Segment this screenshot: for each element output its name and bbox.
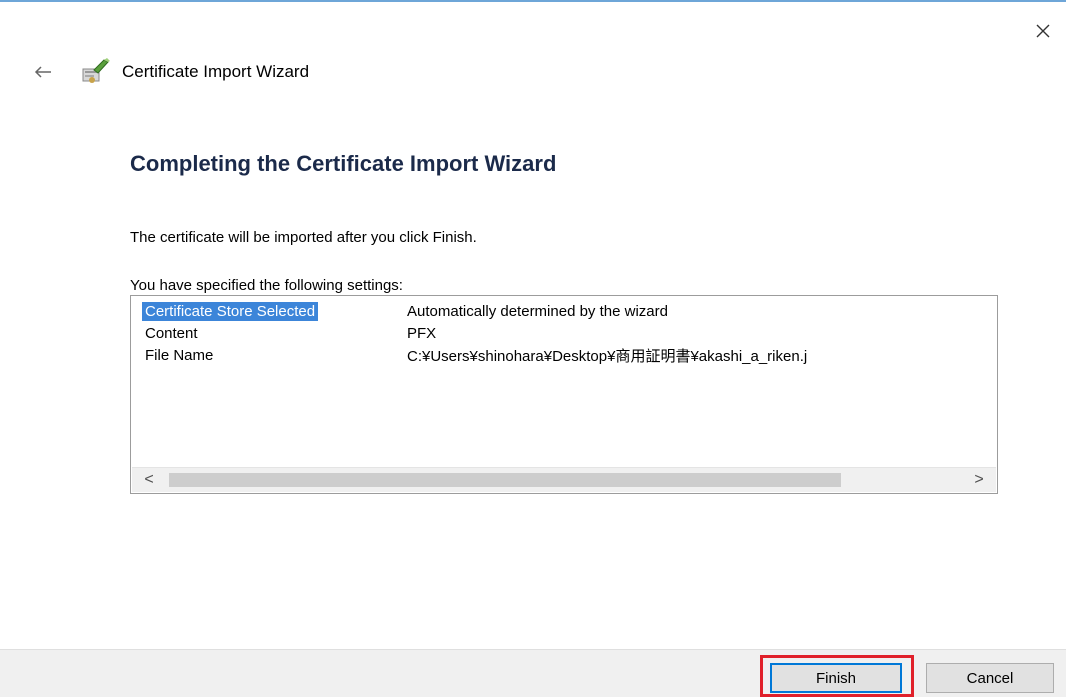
horizontal-scrollbar[interactable]: < > bbox=[132, 467, 996, 492]
certificate-wizard-icon bbox=[80, 56, 112, 86]
settings-value: Automatically determined by the wizard bbox=[407, 302, 668, 320]
page-heading: Completing the Certificate Import Wizard bbox=[130, 151, 557, 176]
intro-text: The certificate will be imported after y… bbox=[130, 229, 477, 246]
settings-value: PFX bbox=[407, 324, 437, 342]
settings-list[interactable]: Certificate Store Selected Automatically… bbox=[130, 295, 998, 494]
settings-table: Certificate Store Selected Automatically… bbox=[142, 300, 807, 366]
settings-key: Certificate Store Selected bbox=[142, 300, 393, 322]
selected-settings-key: Certificate Store Selected bbox=[142, 301, 319, 321]
settings-row[interactable]: File Name C:¥Users¥shinohara¥Desktop¥商用証… bbox=[143, 344, 807, 366]
settings-key: File Name bbox=[145, 346, 214, 364]
back-arrow-icon bbox=[34, 66, 51, 78]
close-icon bbox=[1036, 24, 1050, 38]
settings-label: You have specified the following setting… bbox=[130, 277, 403, 294]
window-title: Certificate Import Wizard bbox=[122, 62, 310, 81]
cancel-button[interactable]: Cancel bbox=[926, 663, 1054, 693]
settings-key: Content bbox=[145, 324, 198, 342]
footer-bar: Finish Cancel bbox=[0, 649, 1066, 697]
settings-value: C:¥Users¥shinohara¥Desktop¥商用証明書¥akashi_… bbox=[407, 347, 808, 365]
scroll-left-button[interactable]: < bbox=[138, 468, 160, 492]
scroll-right-button[interactable]: > bbox=[968, 468, 990, 492]
finish-button[interactable]: Finish bbox=[770, 663, 902, 693]
settings-row[interactable]: Certificate Store Selected Automatically… bbox=[142, 300, 807, 322]
settings-row[interactable]: Content PFX bbox=[143, 322, 807, 344]
close-button[interactable] bbox=[1028, 16, 1058, 46]
scrollbar-thumb[interactable] bbox=[169, 473, 841, 487]
window-top-border bbox=[0, 0, 1066, 2]
back-button[interactable] bbox=[30, 60, 56, 84]
